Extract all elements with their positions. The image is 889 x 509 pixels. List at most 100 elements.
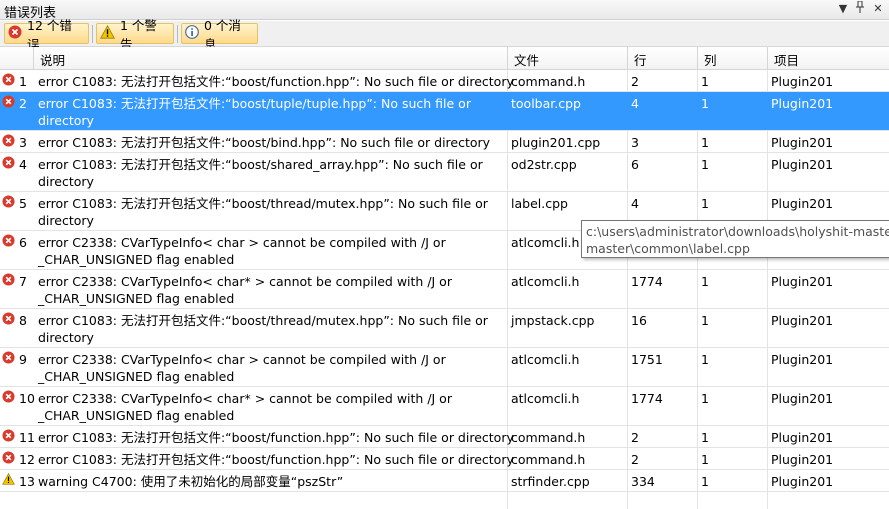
warnings-filter-button[interactable]: 1 个警告 xyxy=(96,18,174,52)
description-cell: error C1083: 无法打开包括文件:“boost/bind.hpp”: … xyxy=(38,135,491,150)
file-cell: atlcomcli.h xyxy=(511,274,580,289)
file-cell: jmpstack.cpp xyxy=(511,313,595,328)
table-row[interactable]: 7 error C2338: CVarTypeInfo< char* > cann… xyxy=(0,270,889,309)
row-number: 9 xyxy=(19,352,27,367)
project-cell: Plugin201 xyxy=(771,391,834,406)
line-cell: 2 xyxy=(631,452,639,467)
file-cell: strfinder.cpp xyxy=(511,474,590,489)
table-row[interactable]: 9 error C2338: CVarTypeInfo< char > canno… xyxy=(0,348,889,387)
column-cell: 1 xyxy=(701,313,709,328)
close-icon[interactable]: ✕ xyxy=(870,1,886,17)
project-cell: Plugin201 xyxy=(771,274,834,289)
error-icon xyxy=(2,451,15,467)
table-row[interactable]: 13 warning C4700: 使用了未初始化的局部变量“pszStr” str… xyxy=(0,470,889,492)
tooltip-line: c:\users\administrator\downloads\holyshi… xyxy=(586,224,889,239)
project-cell: Plugin201 xyxy=(771,157,834,172)
grid-header: 说明 文件 行 列 项目 xyxy=(0,47,889,70)
errors-filter-button[interactable]: 12 个错误 xyxy=(4,18,89,52)
line-cell: 3 xyxy=(631,135,639,150)
column-cell: 1 xyxy=(701,157,709,172)
file-cell: atlcomcli.h xyxy=(511,235,580,250)
project-cell: Plugin201 xyxy=(771,430,834,445)
column-header-column[interactable]: 列 xyxy=(704,50,717,69)
row-number: 6 xyxy=(19,235,27,250)
column-header-project[interactable]: 项目 xyxy=(774,50,799,69)
column-cell: 1 xyxy=(701,474,709,489)
warning-icon xyxy=(100,24,115,42)
project-cell: Plugin201 xyxy=(771,352,834,367)
row-number: 3 xyxy=(19,135,27,150)
messages-filter-button[interactable]: 0 个消息 xyxy=(181,18,258,52)
dropdown-icon[interactable]: ▼ xyxy=(835,1,851,17)
header-separator xyxy=(697,47,698,69)
file-cell: label.cpp xyxy=(511,196,568,211)
table-row[interactable]: 10 error C2338: CVarTypeInfo< char* > can… xyxy=(0,387,889,426)
tooltip-line: master\common\label.cpp xyxy=(586,241,750,256)
pin-icon[interactable] xyxy=(852,0,868,17)
column-cell: 1 xyxy=(701,430,709,445)
description-cell: error C1083: 无法打开包括文件:“boost/function.hp… xyxy=(38,74,514,89)
project-cell: Plugin201 xyxy=(771,74,834,89)
column-header-description[interactable]: 说明 xyxy=(40,50,65,69)
description-cell: error C2338: CVarTypeInfo< char > cannot… xyxy=(38,352,446,367)
row-number: 4 xyxy=(19,157,27,172)
error-icon xyxy=(2,234,15,250)
error-icon xyxy=(2,429,15,445)
column-cell: 1 xyxy=(701,196,709,211)
description-cell: error C1083: 无法打开包括文件:“boost/thread/mute… xyxy=(38,196,488,211)
column-header-file[interactable]: 文件 xyxy=(514,50,539,69)
row-number: 8 xyxy=(19,313,27,328)
line-cell: 4 xyxy=(631,96,639,111)
header-separator xyxy=(627,47,628,69)
row-number: 5 xyxy=(19,196,27,211)
table-row[interactable]: 1 error C1083: 无法打开包括文件:“boost/function.h… xyxy=(0,70,889,92)
file-cell: command.h xyxy=(511,452,586,467)
row-number: 2 xyxy=(19,96,27,111)
table-row[interactable]: 8 error C1083: 无法打开包括文件:“boost/thread/mut… xyxy=(0,309,889,348)
file-cell: plugin201.cpp xyxy=(511,135,601,150)
description-cell-continued: directory xyxy=(38,330,94,345)
error-icon xyxy=(2,134,15,150)
line-cell: 1751 xyxy=(631,352,663,367)
column-cell: 1 xyxy=(701,391,709,406)
file-cell: atlcomcli.h xyxy=(511,391,580,406)
table-row[interactable]: 4 error C1083: 无法打开包括文件:“boost/shared_arr… xyxy=(0,153,889,192)
error-icon xyxy=(2,195,15,211)
table-row[interactable]: 11 error C1083: 无法打开包括文件:“boost/function.… xyxy=(0,426,889,448)
project-cell: Plugin201 xyxy=(771,452,834,467)
error-icon xyxy=(2,95,15,111)
table-row[interactable]: 2 error C1083: 无法打开包括文件:“boost/tuple/tupl… xyxy=(0,92,889,131)
error-icon xyxy=(2,390,15,406)
line-cell: 4 xyxy=(631,196,639,211)
filter-toolbar: 12 个错误 1 个警告 0 个消息 xyxy=(0,18,889,52)
description-cell: error C1083: 无法打开包括文件:“boost/function.hp… xyxy=(38,452,514,467)
error-icon xyxy=(8,25,22,42)
project-cell: Plugin201 xyxy=(771,313,834,328)
error-icon xyxy=(2,273,15,289)
description-cell: error C1083: 无法打开包括文件:“boost/function.hp… xyxy=(38,430,514,445)
description-cell: error C1083: 无法打开包括文件:“boost/thread/mute… xyxy=(38,313,488,328)
table-row[interactable]: 1 2 error C1083: 无法打开包括文件:“boost/function.… xyxy=(0,448,889,470)
file-cell: command.h xyxy=(511,74,586,89)
project-cell: Plugin201 xyxy=(771,474,834,489)
header-separator xyxy=(33,47,34,69)
description-cell: error C2338: CVarTypeInfo< char > cannot… xyxy=(38,235,446,250)
column-header-line[interactable]: 行 xyxy=(634,50,647,69)
file-cell: atlcomcli.h xyxy=(511,352,580,367)
column-cell: 1 xyxy=(701,452,709,467)
row-number: 7 xyxy=(19,274,27,289)
description-cell-continued: _CHAR_UNSIGNED flag enabled xyxy=(38,369,235,384)
file-cell: toolbar.cpp xyxy=(511,96,581,111)
error-icon xyxy=(2,156,15,172)
column-cell: 1 xyxy=(701,135,709,150)
column-cell: 1 xyxy=(701,274,709,289)
description-cell-continued: _CHAR_UNSIGNED flag enabled xyxy=(38,291,235,306)
table-row[interactable]: 3 error C1083: 无法打开包括文件:“boost/bind.hpp”:… xyxy=(0,131,889,153)
info-icon xyxy=(185,25,199,42)
column-cell: 1 xyxy=(701,74,709,89)
project-cell: Plugin201 xyxy=(771,196,834,211)
column-cell: 1 xyxy=(701,352,709,367)
file-path-tooltip: c:\users\administrator\downloads\holyshi… xyxy=(581,220,889,258)
project-cell: Plugin201 xyxy=(771,96,834,111)
line-cell: 2 xyxy=(631,430,639,445)
